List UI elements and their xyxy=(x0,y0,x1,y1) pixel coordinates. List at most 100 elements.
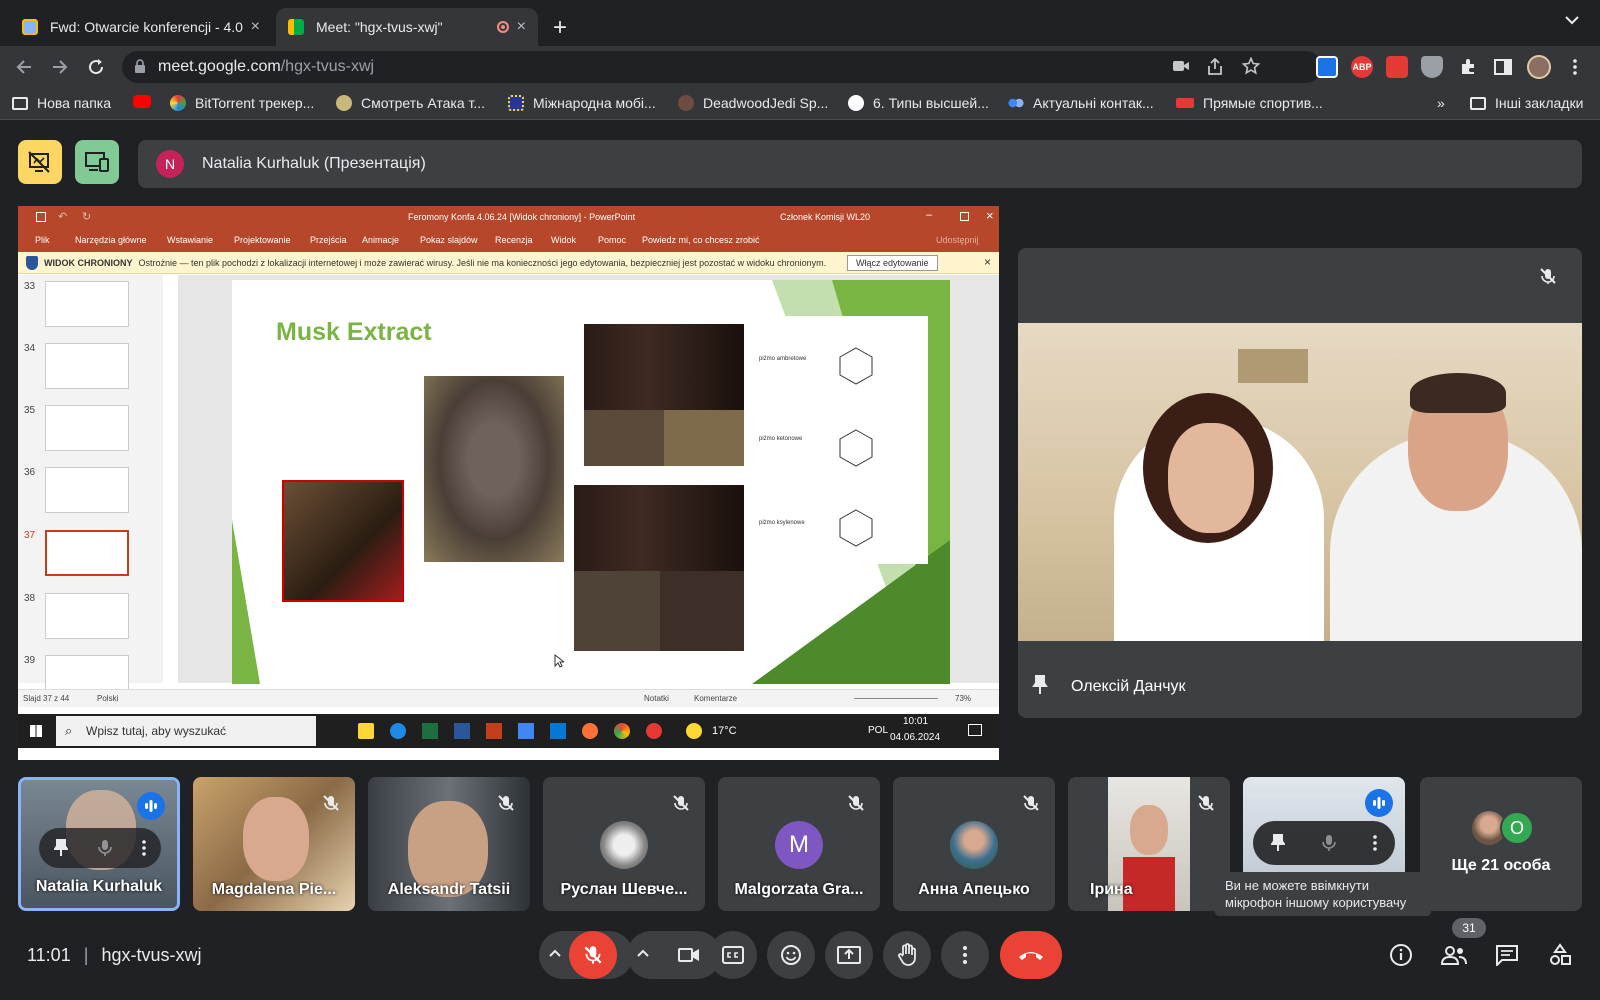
participant-tile[interactable]: M Malgorzata Gra... xyxy=(718,777,880,911)
lock-icon[interactable] xyxy=(134,59,146,73)
camera-in-use-icon[interactable] xyxy=(1172,59,1190,78)
ribbon-tab[interactable]: Animacje xyxy=(362,235,399,245)
explorer-icon[interactable] xyxy=(358,723,374,739)
tab-search-chevron-icon[interactable] xyxy=(1564,12,1580,30)
tab-gmail[interactable]: Fwd: Otwarcie konferencji - 4.0 × xyxy=(10,8,272,46)
redo-icon[interactable]: ↻ xyxy=(82,210,91,223)
pin-icon[interactable] xyxy=(1271,833,1286,853)
close-tab-button[interactable]: × xyxy=(251,18,260,36)
word-icon[interactable] xyxy=(454,723,470,739)
pin-icon[interactable] xyxy=(1032,674,1048,696)
more-options-button[interactable] xyxy=(941,931,989,979)
taskbar-date[interactable]: 04.06.2024 xyxy=(890,732,940,743)
chrome-icon[interactable] xyxy=(614,723,630,739)
participant-tile[interactable]: Руслан Шевче... xyxy=(543,777,705,911)
save-icon[interactable] xyxy=(36,212,46,222)
ribbon-tab[interactable]: Przejścia xyxy=(310,235,347,245)
bookmarks-overflow[interactable]: » xyxy=(1437,95,1445,111)
bookmark-typy[interactable]: 6. Типы высшей... xyxy=(848,95,989,111)
bookmark-ataka[interactable]: Смотреть Атака т... xyxy=(336,95,485,111)
input-language[interactable]: POL xyxy=(868,725,888,736)
puzzle-icon[interactable] xyxy=(1457,56,1479,78)
other-bookmarks[interactable]: Інші закладки xyxy=(1470,95,1583,111)
notifications-icon[interactable] xyxy=(968,724,982,736)
leave-call-button[interactable] xyxy=(1000,931,1062,979)
comments-button[interactable]: Komentarze xyxy=(694,694,737,703)
raise-hand-button[interactable] xyxy=(883,931,931,979)
bookmark-deadwood[interactable]: DeadwoodJedi Sp... xyxy=(678,95,828,111)
tab-meet[interactable]: Meet: "hgx-tvus-xwj" × xyxy=(276,8,538,46)
participant-tile[interactable]: Magdalena Pie... xyxy=(193,777,355,911)
share-button[interactable]: Udostępnij xyxy=(936,235,979,245)
windows-search-box[interactable]: ⌕ Wpisz tutaj, aby wyszukać xyxy=(56,716,316,746)
stop-presenting-button[interactable] xyxy=(18,140,62,184)
bookmark-bittorrent[interactable]: BitTorrent трекер... xyxy=(170,95,314,111)
shield-icon[interactable] xyxy=(1421,56,1443,78)
ribbon-tab[interactable]: Wstawianie xyxy=(167,235,213,245)
powerpoint-icon[interactable] xyxy=(486,723,502,739)
ribbon-tab[interactable]: Pokaz slajdów xyxy=(420,235,478,245)
firefox-icon[interactable] xyxy=(582,723,598,739)
minimize-icon[interactable]: – xyxy=(926,209,932,221)
people-button[interactable] xyxy=(1439,940,1469,970)
close-icon[interactable]: × xyxy=(986,208,994,223)
bookmark-mobility[interactable]: Міжнародна мобі... xyxy=(508,95,656,111)
language[interactable]: Polski xyxy=(97,694,118,703)
slide-thumb[interactable] xyxy=(45,467,129,513)
zoom-slider[interactable] xyxy=(854,698,938,699)
adblock-icon[interactable]: ABP xyxy=(1351,56,1373,78)
bookmark-folder[interactable]: Нова папка xyxy=(12,95,111,111)
chevron-up-icon[interactable] xyxy=(637,949,649,957)
windows-start-icon[interactable] xyxy=(30,725,42,737)
slide-thumb-active[interactable] xyxy=(45,530,129,576)
tell-me-search[interactable]: Powiedz mi, co chcesz zrobić xyxy=(642,235,760,245)
ribbon-tab[interactable]: Plik xyxy=(35,235,50,245)
camera-toggle-button[interactable] xyxy=(665,931,713,979)
pin-icon[interactable] xyxy=(54,838,68,858)
back-arrow-icon[interactable] xyxy=(12,55,36,79)
bookmark-sport[interactable]: Прямые спортив... xyxy=(1176,95,1323,111)
side-panel-icon[interactable] xyxy=(1492,56,1514,78)
extension-red-icon[interactable] xyxy=(1386,56,1408,78)
present-screen-button[interactable] xyxy=(825,931,873,979)
browser-menu-icon[interactable] xyxy=(1564,56,1586,78)
bookmark-youtube[interactable] xyxy=(133,95,160,108)
reactions-button[interactable] xyxy=(767,931,815,979)
undo-icon[interactable]: ↶ xyxy=(58,210,67,223)
reload-icon[interactable] xyxy=(84,55,108,79)
ribbon-tab[interactable]: Projektowanie xyxy=(234,235,291,245)
bookmark-star-icon[interactable] xyxy=(1241,56,1261,80)
ribbon-tab[interactable]: Pomoc xyxy=(598,235,626,245)
captions-button[interactable] xyxy=(709,931,757,979)
slide-thumb[interactable] xyxy=(45,343,129,389)
more-options-icon[interactable] xyxy=(1372,835,1377,851)
mic-icon[interactable] xyxy=(1322,833,1336,853)
participant-tile[interactable]: Ірина xyxy=(1068,777,1230,911)
activities-button[interactable] xyxy=(1545,940,1575,970)
store-icon[interactable] xyxy=(518,723,534,739)
app-icon[interactable] xyxy=(646,723,662,739)
weather-icon[interactable] xyxy=(686,723,702,739)
chevron-up-icon[interactable] xyxy=(549,949,561,957)
microphone-toggle-button[interactable] xyxy=(569,931,617,979)
more-participants-tile[interactable]: O Ще 21 особа xyxy=(1420,777,1582,911)
notes-button[interactable]: Notatki xyxy=(644,694,669,703)
extension-cube-icon[interactable] xyxy=(1316,56,1338,78)
share-icon[interactable] xyxy=(1207,57,1223,81)
edge-icon[interactable] xyxy=(390,723,406,739)
weather-temp[interactable]: 17°C xyxy=(712,725,737,737)
close-tab-button[interactable]: × xyxy=(517,18,526,36)
taskbar-time[interactable]: 10:01 xyxy=(903,716,928,727)
participant-tile[interactable]: Natalia Kurhaluk xyxy=(18,777,180,911)
address-bar[interactable]: meet.google.com/hgx-tvus-xwj xyxy=(122,51,1322,83)
slide-thumb[interactable] xyxy=(45,281,129,327)
chat-button[interactable] xyxy=(1492,940,1522,970)
slide-thumb[interactable] xyxy=(45,593,129,639)
excel-icon[interactable] xyxy=(422,723,438,739)
bookmark-contacts[interactable]: Актуальні контак... xyxy=(1008,95,1154,111)
ribbon-tab[interactable]: Narzędzia główne xyxy=(75,235,147,245)
more-options-icon[interactable] xyxy=(142,840,146,856)
enable-editing-button[interactable]: Włącz edytowanie xyxy=(847,255,938,271)
mic-icon[interactable] xyxy=(98,838,112,858)
zoom-level[interactable]: 73% xyxy=(955,694,971,703)
